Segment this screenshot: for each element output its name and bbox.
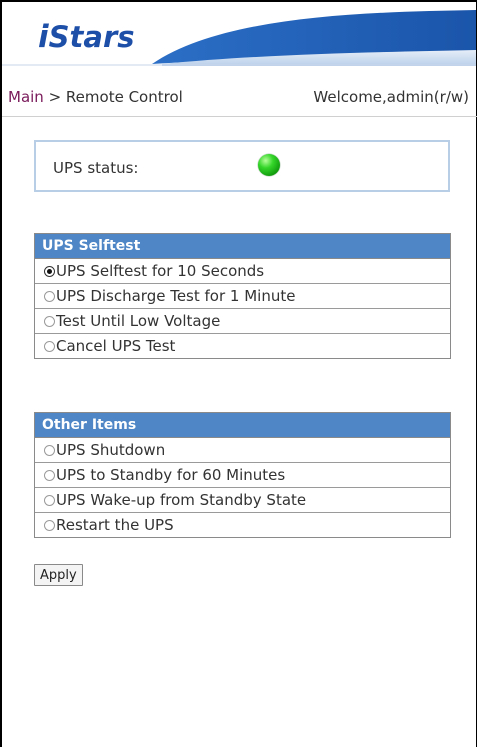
radio-selected-icon[interactable]	[44, 265, 55, 277]
radio-icon[interactable]	[44, 290, 55, 302]
option-label: UPS to Standby for 60 Minutes	[56, 466, 286, 484]
other-option-wakeup[interactable]: UPS Wake-up from Standby State	[35, 488, 450, 513]
ups-status-label: UPS status:	[53, 159, 139, 177]
radio-icon[interactable]	[44, 469, 55, 481]
ups-status-box: UPS status:	[34, 140, 450, 192]
welcome-text: Welcome,admin(r/w)	[313, 88, 469, 106]
option-label: UPS Wake-up from Standby State	[56, 491, 307, 509]
other-items-panel: Other Items UPS Shutdown UPS to Standby …	[34, 412, 451, 538]
radio-icon[interactable]	[44, 494, 55, 506]
option-label: UPS Shutdown	[56, 441, 166, 459]
option-label: Test Until Low Voltage	[56, 312, 221, 330]
breadcrumb-current: Remote Control	[65, 88, 183, 106]
radio-icon[interactable]	[44, 519, 55, 531]
page-frame	[0, 0, 477, 747]
option-label: Restart the UPS	[56, 516, 174, 534]
selftest-panel-title: UPS Selftest	[35, 234, 450, 259]
option-label: Cancel UPS Test	[56, 337, 176, 355]
istars-logo: iStars	[38, 19, 135, 55]
selftest-panel: UPS Selftest UPS Selftest for 10 Seconds…	[34, 233, 451, 359]
breadcrumb-separator: >	[43, 88, 66, 106]
breadcrumb: Main > Remote Control	[8, 88, 183, 106]
selftest-option-low-voltage[interactable]: Test Until Low Voltage	[35, 309, 450, 334]
other-option-shutdown[interactable]: UPS Shutdown	[35, 438, 450, 463]
selftest-option-10s[interactable]: UPS Selftest for 10 Seconds	[35, 259, 450, 284]
radio-icon[interactable]	[44, 444, 55, 456]
option-label: UPS Discharge Test for 1 Minute	[56, 287, 296, 305]
radio-icon[interactable]	[44, 315, 55, 327]
apply-button[interactable]: Apply	[34, 564, 83, 586]
option-label: UPS Selftest for 10 Seconds	[56, 262, 265, 280]
radio-icon[interactable]	[44, 340, 55, 352]
selftest-option-cancel[interactable]: Cancel UPS Test	[35, 334, 450, 358]
other-option-standby[interactable]: UPS to Standby for 60 Minutes	[35, 463, 450, 488]
header-banner: iStars	[2, 2, 476, 66]
other-items-panel-title: Other Items	[35, 413, 450, 438]
status-led-icon	[258, 154, 280, 176]
selftest-option-discharge[interactable]: UPS Discharge Test for 1 Minute	[35, 284, 450, 309]
header-divider	[2, 116, 477, 117]
breadcrumb-main-link[interactable]: Main	[8, 88, 44, 106]
other-option-restart[interactable]: Restart the UPS	[35, 513, 450, 537]
